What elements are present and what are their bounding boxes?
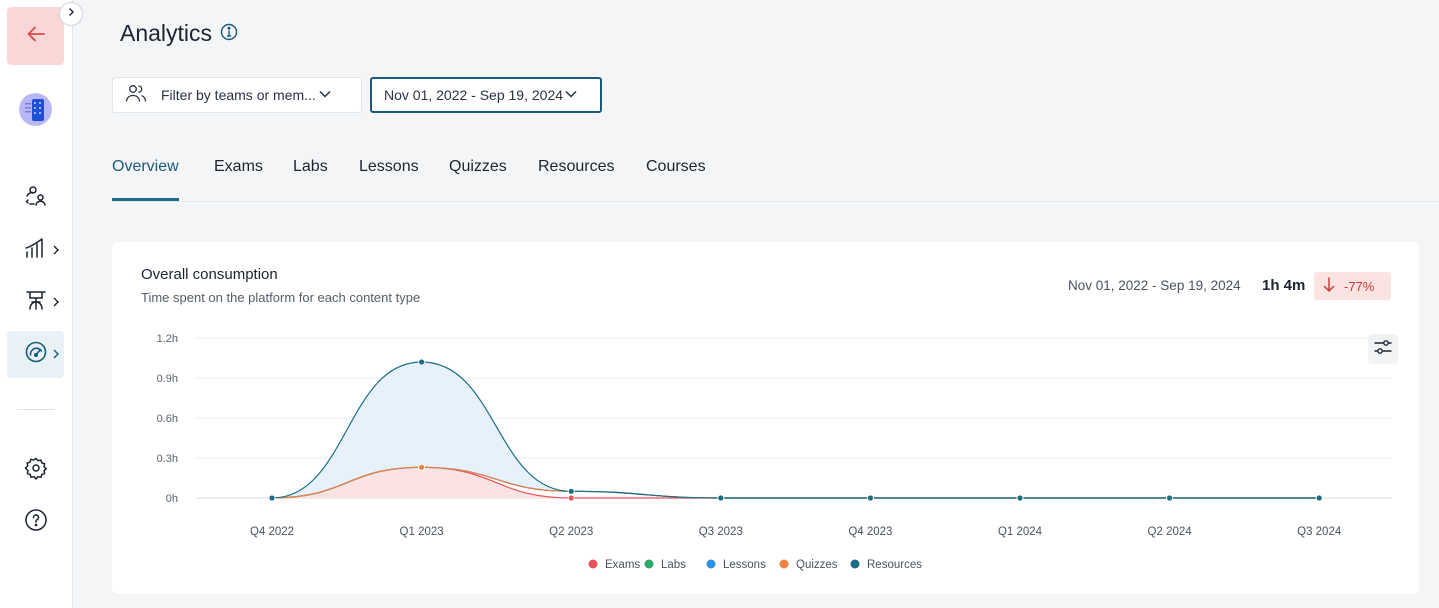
x-tick-label: Q4 2023 <box>848 526 892 538</box>
card-title: Overall consumption <box>141 266 278 283</box>
x-tick-label: Q2 2024 <box>1148 526 1193 538</box>
legend-label: Quizzes <box>796 559 838 571</box>
data-point <box>1166 494 1173 502</box>
x-tick-label: Q1 2024 <box>998 526 1043 538</box>
y-tick-label: 0h <box>166 493 178 505</box>
data-point <box>567 487 575 495</box>
total-time: 1h 4m <box>1262 277 1306 294</box>
nav-help[interactable] <box>7 499 64 546</box>
date-range-picker[interactable]: Nov 01, 2022 - Sep 19, 2024 <box>370 77 602 113</box>
nav-users[interactable] <box>7 175 64 222</box>
tab-lessons[interactable]: Lessons <box>359 158 419 201</box>
nav-analytics[interactable] <box>7 331 64 378</box>
gear-icon <box>23 456 48 485</box>
chevron-right-icon <box>51 295 61 314</box>
legend-label: Resources <box>867 559 922 571</box>
tab-exams[interactable]: Exams <box>214 158 263 201</box>
data-point <box>1315 494 1323 502</box>
chevron-right-icon <box>51 243 61 262</box>
x-tick-label: Q1 2023 <box>400 526 444 538</box>
nav-classroom[interactable] <box>7 279 64 326</box>
info-icon[interactable] <box>220 20 238 47</box>
legend-marker <box>644 559 654 569</box>
overall-consumption-card: Overall consumption Time spent on the pl… <box>112 242 1419 594</box>
tab-courses[interactable]: Courses <box>646 158 706 201</box>
chevron-right-icon <box>51 347 61 366</box>
team-filter-placeholder: Filter by teams or mem... <box>161 87 316 103</box>
delta-badge: -77% <box>1314 272 1391 300</box>
page-title: Analytics <box>120 20 213 46</box>
tab-bar: Overview Exams Labs Lessons Quizzes Reso… <box>112 150 1439 202</box>
y-tick-label: 0.3h <box>157 453 178 465</box>
delta-value: -77% <box>1344 278 1375 294</box>
x-tick-label: Q2 2023 <box>549 526 593 538</box>
gauge-icon <box>24 340 48 369</box>
data-point <box>717 494 725 502</box>
x-tick-label: Q3 2023 <box>699 526 743 538</box>
collapse-sidebar-button[interactable] <box>59 2 83 26</box>
legend-marker <box>706 559 716 569</box>
series-area-exams <box>272 467 1320 498</box>
chevron-down-icon <box>318 86 332 104</box>
classroom-icon <box>24 288 48 317</box>
team-filter-dropdown[interactable]: Filter by teams or mem... <box>112 77 362 113</box>
arrow-down-icon <box>1323 276 1335 296</box>
data-point <box>268 494 276 502</box>
y-tick-label: 0.9h <box>157 373 178 385</box>
users-icon <box>24 184 48 213</box>
x-tick-label: Q4 2022 <box>250 526 294 538</box>
help-icon <box>24 508 48 537</box>
consumption-chart: 0h 0.3h 0.6h 0.9h 1.2h Q4 2022 Q1 2023 Q2 2023 Q… <box>157 333 1392 571</box>
org-avatar[interactable] <box>19 93 52 126</box>
tab-resources[interactable]: Resources <box>538 158 614 201</box>
chart-bars-icon <box>24 236 48 265</box>
users-icon <box>125 83 147 108</box>
sidebar <box>0 0 73 608</box>
y-tick-label: 1.2h <box>157 333 178 345</box>
legend-label: Exams <box>605 559 640 571</box>
sidebar-divider <box>17 409 54 410</box>
arrow-left-icon <box>25 23 47 50</box>
nav-reports[interactable] <box>7 227 64 274</box>
page-title-row: Analytics <box>120 20 238 47</box>
card-subtitle: Time spent on the platform for each cont… <box>141 290 421 305</box>
data-point <box>418 463 426 471</box>
legend-marker <box>588 559 598 569</box>
data-point <box>867 494 874 502</box>
chevron-down-icon <box>564 86 578 104</box>
card-date-range: Nov 01, 2022 - Sep 19, 2024 <box>1068 278 1241 293</box>
data-point <box>418 358 426 366</box>
x-tick-label: Q3 2024 <box>1297 526 1342 538</box>
tab-quizzes[interactable]: Quizzes <box>449 158 507 201</box>
legend-marker <box>779 559 789 569</box>
date-range-value: Nov 01, 2022 - Sep 19, 2024 <box>384 87 564 103</box>
legend-label: Labs <box>661 559 686 571</box>
back-button[interactable] <box>7 7 64 65</box>
y-tick-label: 0.6h <box>157 413 178 425</box>
tab-overview[interactable]: Overview <box>112 158 179 201</box>
data-point <box>567 494 575 502</box>
legend-label: Lessons <box>723 559 766 571</box>
chevron-right-icon <box>65 5 77 23</box>
data-point <box>1016 494 1024 502</box>
nav-settings[interactable] <box>7 447 64 494</box>
legend-marker <box>850 559 860 569</box>
tab-labs[interactable]: Labs <box>293 158 328 201</box>
